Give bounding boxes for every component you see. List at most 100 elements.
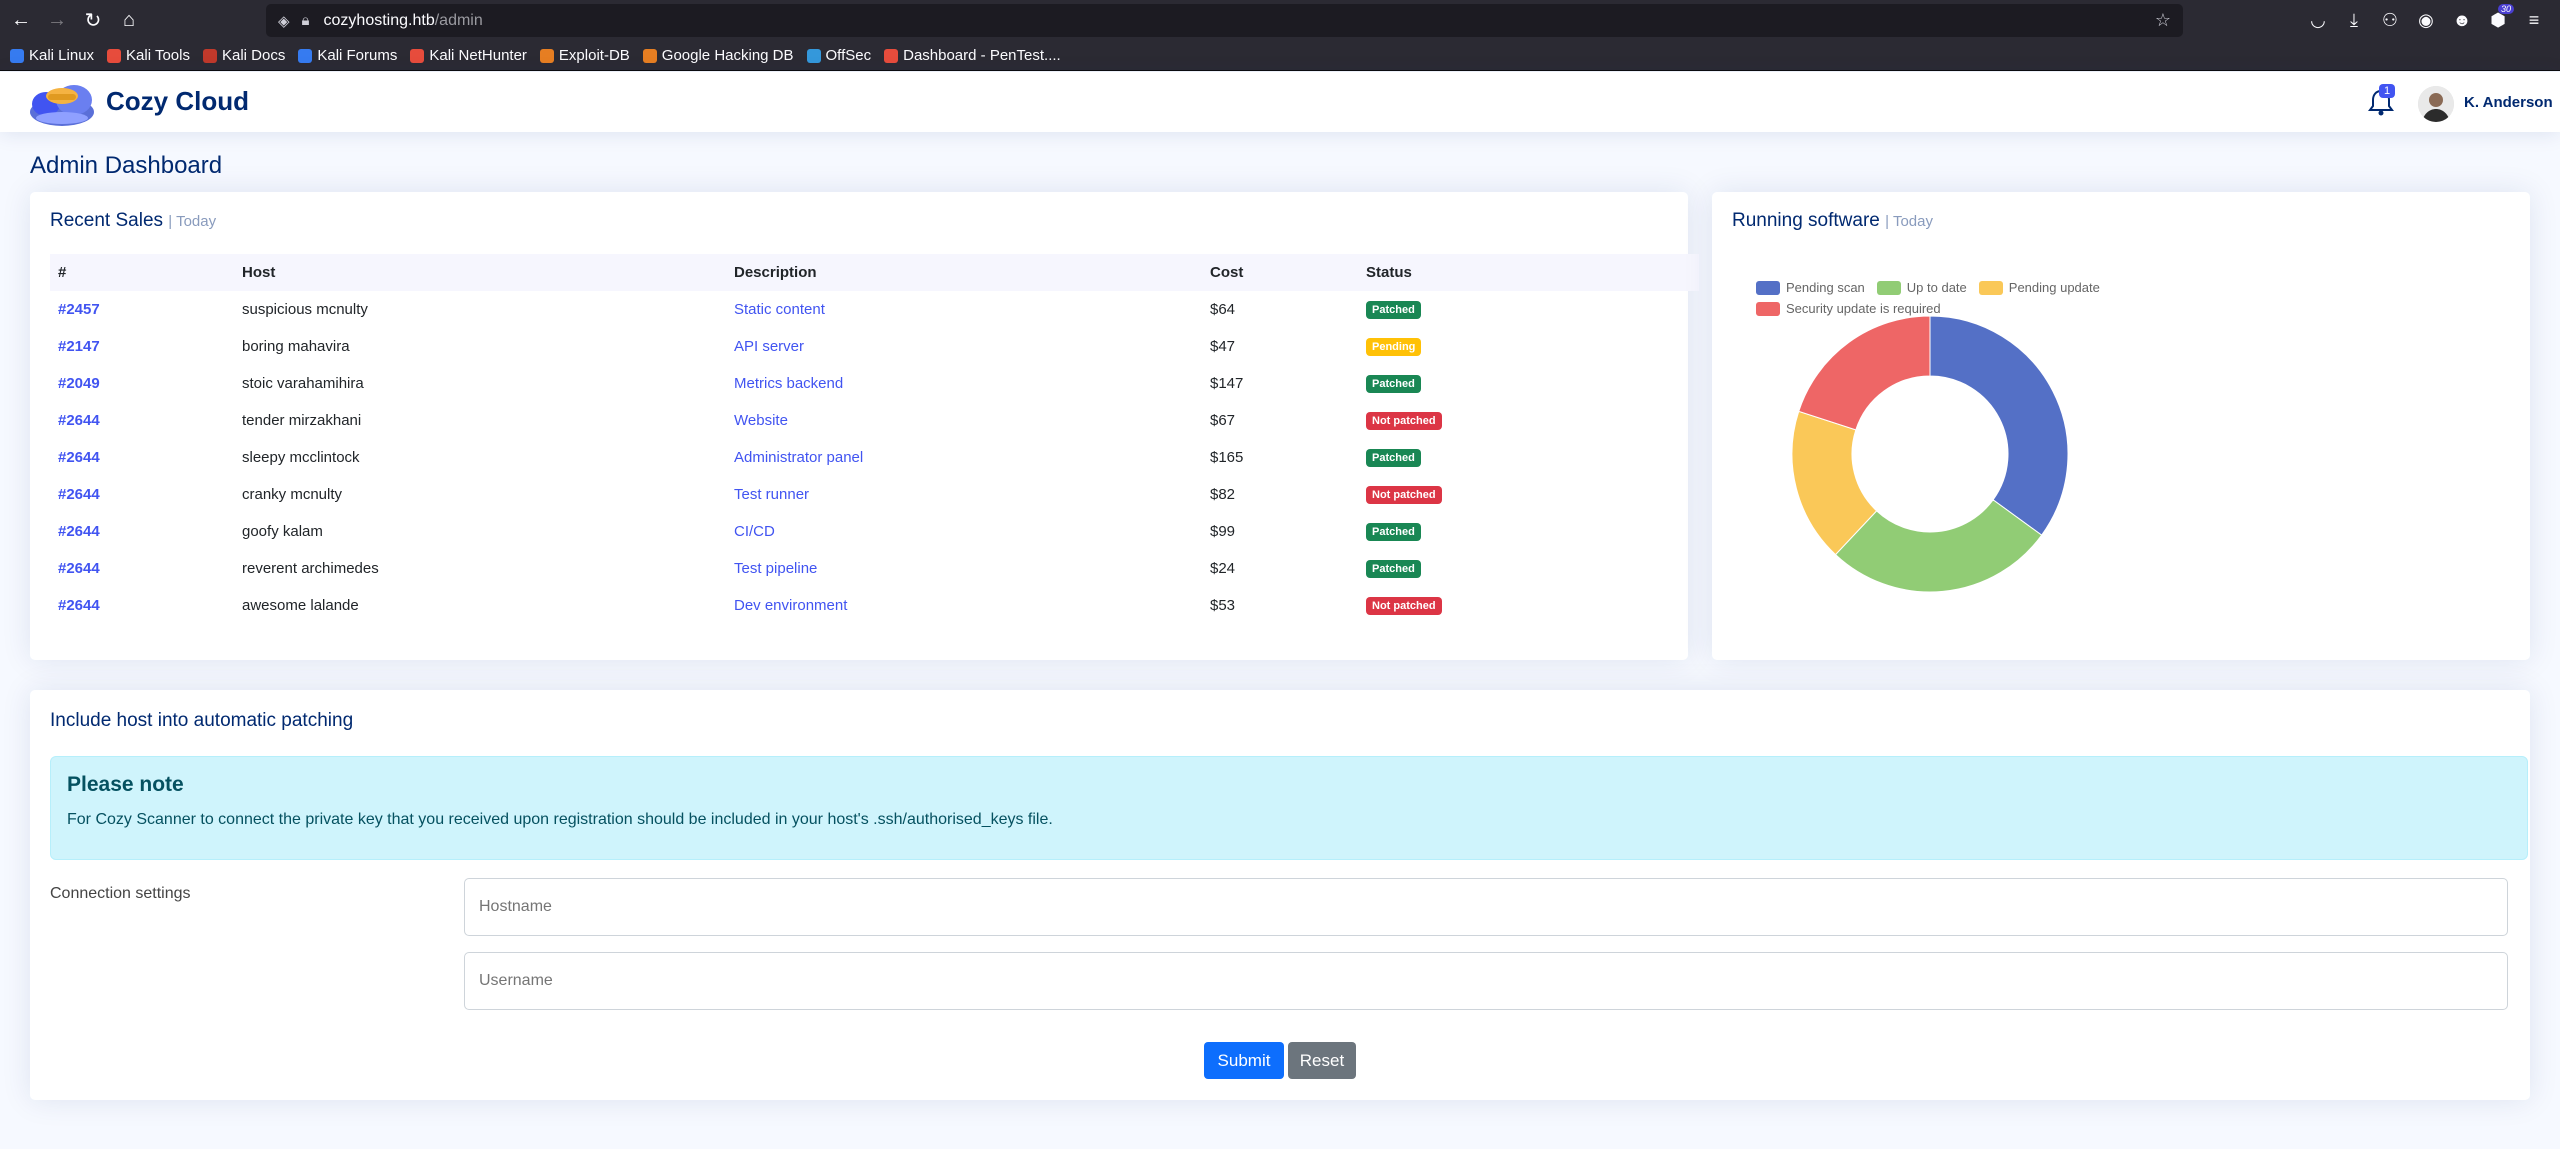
table-row: #2049 stoic varahamihira Metrics backend $1… xyxy=(50,365,1699,402)
bookmark-item[interactable]: Kali Forums xyxy=(298,47,397,64)
row-description-link[interactable]: API server xyxy=(734,338,804,355)
download-icon[interactable]: ⤓ xyxy=(2336,10,2372,31)
row-description-cell: Dev environment xyxy=(726,587,1202,624)
reset-button[interactable]: Reset xyxy=(1288,1042,1356,1079)
avatar[interactable] xyxy=(2418,86,2454,122)
row-id-link[interactable]: #2644 xyxy=(58,486,100,503)
row-host: sleepy mcclintock xyxy=(242,449,360,466)
column-header-host: Host xyxy=(234,254,726,291)
row-cost: $67 xyxy=(1210,412,1236,429)
legend-item[interactable]: Security update is required xyxy=(1756,301,1941,316)
forward-icon[interactable]: → xyxy=(42,6,72,36)
bookmark-star-icon[interactable]: ☆ xyxy=(2155,10,2171,31)
donut-slice[interactable] xyxy=(1798,316,1931,431)
extension-mask-icon[interactable]: ☻ xyxy=(2444,10,2480,31)
row-id-link[interactable]: #2644 xyxy=(58,597,100,614)
row-cost: $82 xyxy=(1210,486,1236,503)
status-badge: Patched xyxy=(1366,560,1421,578)
user-name[interactable]: K. Anderson xyxy=(2464,94,2553,111)
bookmark-favicon-icon xyxy=(410,48,425,63)
reload-icon[interactable]: ↻ xyxy=(78,6,108,36)
row-description-link[interactable]: CI/CD xyxy=(734,523,775,540)
bookmark-item[interactable]: Kali Linux xyxy=(10,47,94,64)
row-id-link[interactable]: #2147 xyxy=(58,338,100,355)
bookmark-item[interactable]: Google Hacking DB xyxy=(642,47,794,64)
toolbar-right: ◡ ⤓ ⚇ ◉ ☻ ⬢ 30 ≡ xyxy=(2300,0,2552,41)
extensions-icon[interactable]: ⚇ xyxy=(2372,10,2408,31)
recent-sales-heading: Recent Sales xyxy=(50,210,164,231)
bookmark-favicon-icon xyxy=(10,48,24,63)
bookmark-item[interactable]: Dashboard - PenTest.... xyxy=(884,47,1061,64)
row-description-link[interactable]: Static content xyxy=(734,301,825,318)
row-status-cell: Not patched xyxy=(1358,402,1699,439)
legend-swatch xyxy=(1978,280,2003,295)
column-header-cost: Cost xyxy=(1202,254,1358,291)
row-status-cell: Patched xyxy=(1358,365,1699,402)
url-bar[interactable]: ◈ 🔒︎ cozyhosting.htb/admin ☆ xyxy=(266,4,2183,37)
row-host: tender mirzakhani xyxy=(242,412,362,429)
row-description-link[interactable]: Test runner xyxy=(734,486,809,503)
pocket-icon[interactable]: ◡ xyxy=(2300,10,2336,31)
cozy-cloud-logo-icon[interactable] xyxy=(26,74,98,130)
status-badge: Not patched xyxy=(1366,597,1442,615)
menu-icon[interactable]: ≡ xyxy=(2516,10,2552,31)
row-host: cranky mcnulty xyxy=(242,486,343,503)
back-icon[interactable]: ← xyxy=(6,6,36,36)
bookmark-label: Dashboard - PenTest.... xyxy=(903,47,1061,64)
url-host: cozyhosting.htb xyxy=(323,11,435,29)
row-description-link[interactable]: Administrator panel xyxy=(734,449,863,466)
row-description-cell: Metrics backend xyxy=(726,365,1202,402)
legend-item[interactable]: Up to date xyxy=(1876,280,1967,295)
legend-item[interactable]: Pending scan xyxy=(1756,280,1865,295)
username-input[interactable] xyxy=(464,952,2508,1010)
bookmark-item[interactable]: Kali Tools xyxy=(107,47,190,64)
row-status-cell: Patched xyxy=(1358,550,1699,587)
table-row: #2644 reverent archimedes Test pipeline $24… xyxy=(50,550,1699,587)
row-description-cell: Test pipeline xyxy=(726,550,1202,587)
row-id-link[interactable]: #2644 xyxy=(58,412,100,429)
recent-sales-card: Recent Sales | Today # Host Description … xyxy=(30,192,1699,660)
row-id-link[interactable]: #2644 xyxy=(58,523,100,540)
bookmark-favicon-icon xyxy=(884,48,899,63)
bookmark-label: OffSec xyxy=(825,47,872,64)
home-icon[interactable]: ⌂ xyxy=(114,6,144,36)
row-description-link[interactable]: Dev environment xyxy=(734,597,847,614)
row-id-link[interactable]: #2644 xyxy=(58,560,100,577)
sales-table-body: #2457 suspicious mcnulty Static content $64… xyxy=(50,291,1699,624)
row-id-cell: #2147 xyxy=(50,328,234,365)
bookmark-favicon-icon xyxy=(107,48,122,63)
row-host: goofy kalam xyxy=(242,523,323,540)
row-id-cell: #2457 xyxy=(50,291,234,328)
bookmark-label: Kali Linux xyxy=(29,47,95,64)
running-software-title: Running software | Today xyxy=(1732,210,1933,232)
bookmark-label: Exploit-DB xyxy=(558,47,630,64)
row-id-link[interactable]: #2457 xyxy=(58,301,100,318)
extension-icon[interactable]: ◉ xyxy=(2408,10,2444,31)
bookmark-item[interactable]: Kali NetHunter xyxy=(410,47,527,64)
donut-slice[interactable] xyxy=(1929,316,2069,536)
row-id-cell: #2644 xyxy=(50,402,234,439)
brand-name[interactable]: Cozy Cloud xyxy=(106,86,249,117)
legend-swatch xyxy=(1756,280,1780,295)
row-description-link[interactable]: Metrics backend xyxy=(734,375,843,392)
hostname-input[interactable] xyxy=(464,878,2508,936)
recent-sales-filter: | Today xyxy=(168,213,217,230)
bookmark-item[interactable]: Kali Docs xyxy=(202,47,286,64)
row-cost: $47 xyxy=(1210,338,1236,355)
row-id-link[interactable]: #2049 xyxy=(58,375,100,392)
row-description-link[interactable]: Website xyxy=(734,412,788,429)
row-id-link[interactable]: #2644 xyxy=(58,449,100,466)
shield-icon: ◈ xyxy=(278,12,290,30)
row-description-link[interactable]: Test pipeline xyxy=(734,560,817,577)
bookmark-item[interactable]: Exploit-DB xyxy=(539,47,630,64)
bookmark-label: Kali Tools xyxy=(126,47,190,64)
extension-shield-icon[interactable]: ⬢ 30 xyxy=(2480,4,2516,31)
submit-button[interactable]: Submit xyxy=(1204,1042,1284,1079)
bookmark-item[interactable]: OffSec xyxy=(806,47,872,64)
row-status-cell: Patched xyxy=(1358,291,1699,328)
legend-item[interactable]: Pending update xyxy=(1978,280,2100,295)
status-badge: Patched xyxy=(1366,301,1421,319)
bookmark-label: Kali Docs xyxy=(221,47,286,64)
row-id-cell: #2049 xyxy=(50,365,234,402)
status-badge: Not patched xyxy=(1366,412,1442,430)
